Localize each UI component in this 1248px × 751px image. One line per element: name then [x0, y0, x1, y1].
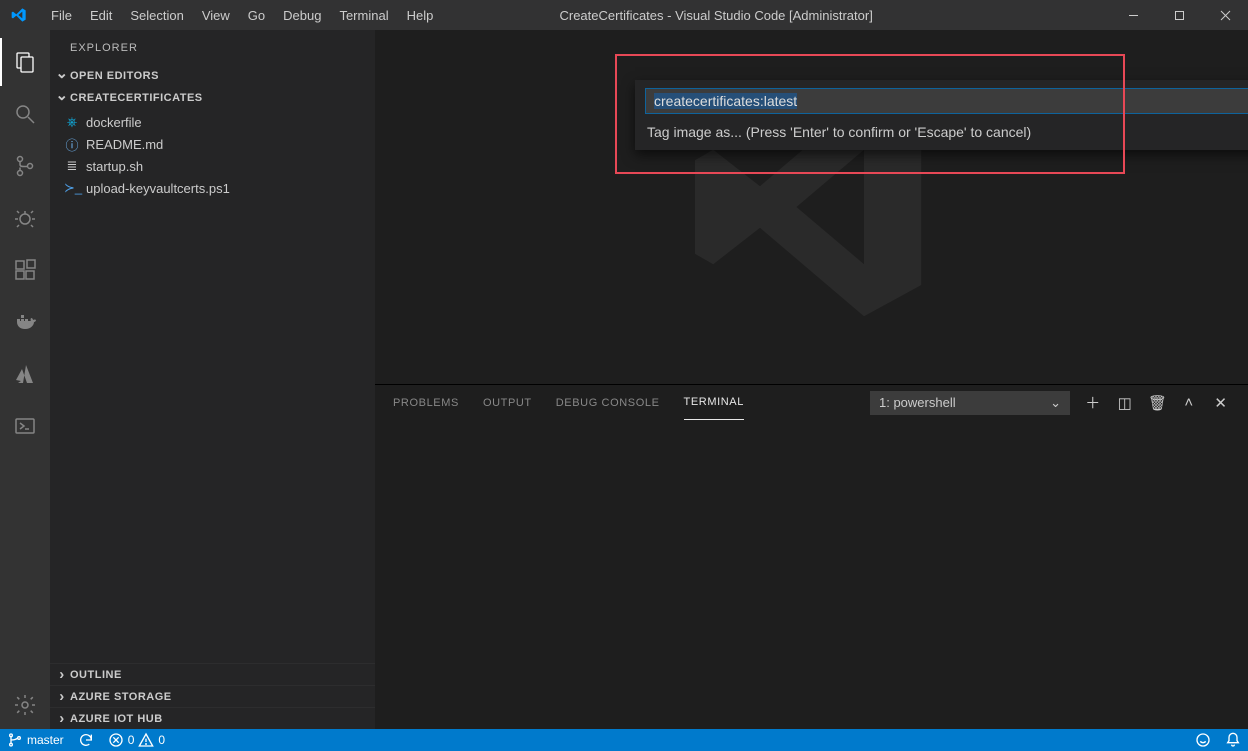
- quick-input-field[interactable]: [645, 88, 1248, 114]
- terminal-selector[interactable]: 1: powershell ⌄: [870, 391, 1070, 415]
- window-title: CreateCertificates - Visual Studio Code …: [442, 8, 1110, 23]
- sidebar-explorer: EXPLORER OPEN EDITORS CREATECERTIFICATES…: [50, 30, 375, 729]
- section-outline[interactable]: OUTLINE: [50, 663, 375, 685]
- tab-problems[interactable]: PROBLEMS: [393, 385, 459, 420]
- activity-azure[interactable]: [0, 350, 50, 398]
- menu-file[interactable]: File: [42, 8, 81, 23]
- new-terminal-button[interactable]: ＋: [1084, 392, 1102, 413]
- menu-view[interactable]: View: [193, 8, 239, 23]
- section-project[interactable]: CREATECERTIFICATES: [50, 87, 375, 109]
- error-count: 0: [128, 733, 135, 747]
- section-azure-iot-hub[interactable]: AZURE IOT HUB: [50, 707, 375, 729]
- panel-tabs: PROBLEMS OUTPUT DEBUG CONSOLE TERMINAL 1…: [375, 385, 1248, 420]
- section-label: OUTLINE: [70, 669, 122, 681]
- section-label: AZURE IOT HUB: [70, 713, 163, 725]
- menu-debug[interactable]: Debug: [274, 8, 330, 23]
- bottom-panel: PROBLEMS OUTPUT DEBUG CONSOLE TERMINAL 1…: [375, 384, 1248, 729]
- menu-help[interactable]: Help: [398, 8, 443, 23]
- sidebar-title: EXPLORER: [50, 30, 375, 65]
- file-icon: ≣: [64, 158, 80, 174]
- file-tree: ⎈ dockerfile ⓘ README.md ≣ startup.sh ≻_…: [50, 109, 375, 201]
- split-terminal-button[interactable]: ◫: [1116, 394, 1134, 412]
- maximize-panel-button[interactable]: ˄: [1180, 394, 1198, 411]
- titlebar: File Edit Selection View Go Debug Termin…: [0, 0, 1248, 30]
- activity-search[interactable]: [0, 90, 50, 138]
- branch-name: master: [27, 733, 64, 747]
- tab-terminal[interactable]: TERMINAL: [684, 385, 744, 420]
- file-label: README.md: [86, 137, 163, 152]
- minimize-button[interactable]: [1110, 0, 1156, 30]
- terminal-content[interactable]: [375, 420, 1248, 729]
- maximize-button[interactable]: [1156, 0, 1202, 30]
- terminal-selector-label: 1: powershell: [879, 395, 956, 410]
- close-button[interactable]: [1202, 0, 1248, 30]
- file-item[interactable]: ⎈ dockerfile: [50, 111, 375, 133]
- warning-count: 0: [158, 733, 165, 747]
- status-notifications[interactable]: [1218, 729, 1248, 751]
- file-item[interactable]: ≻_ upload-keyvaultcerts.ps1: [50, 177, 375, 199]
- menu-selection[interactable]: Selection: [121, 8, 192, 23]
- tab-output[interactable]: OUTPUT: [483, 385, 532, 420]
- file-label: dockerfile: [86, 115, 142, 130]
- status-sync[interactable]: [71, 729, 101, 751]
- section-label: CREATECERTIFICATES: [70, 92, 203, 104]
- menu-terminal[interactable]: Terminal: [330, 8, 397, 23]
- activity-debug[interactable]: [0, 194, 50, 242]
- window-controls: [1110, 0, 1248, 30]
- activity-settings[interactable]: [0, 681, 50, 729]
- activity-explorer[interactable]: [0, 38, 50, 86]
- powershell-icon: ≻_: [64, 180, 80, 196]
- status-problems[interactable]: 0 0: [101, 729, 172, 751]
- activity-powershell[interactable]: [0, 402, 50, 450]
- quick-input: Tag image as... (Press 'Enter' to confir…: [635, 80, 1248, 150]
- chevron-down-icon: ⌄: [1050, 395, 1061, 411]
- section-label: OPEN EDITORS: [70, 70, 159, 82]
- file-item[interactable]: ⓘ README.md: [50, 133, 375, 155]
- window: File Edit Selection View Go Debug Termin…: [0, 0, 1248, 751]
- workbench-body: EXPLORER OPEN EDITORS CREATECERTIFICATES…: [0, 30, 1248, 729]
- activity-bar: [0, 30, 50, 729]
- activity-source-control[interactable]: [0, 142, 50, 190]
- status-branch[interactable]: master: [0, 729, 71, 751]
- section-azure-storage[interactable]: AZURE STORAGE: [50, 685, 375, 707]
- vscode-logo-icon: [10, 6, 28, 24]
- tab-debug-console[interactable]: DEBUG CONSOLE: [556, 385, 660, 420]
- sidebar-bottom-sections: OUTLINE AZURE STORAGE AZURE IOT HUB: [50, 663, 375, 729]
- file-item[interactable]: ≣ startup.sh: [50, 155, 375, 177]
- status-bar: master 0 0: [0, 729, 1248, 751]
- section-label: AZURE STORAGE: [70, 691, 172, 703]
- section-open-editors[interactable]: OPEN EDITORS: [50, 65, 375, 87]
- status-feedback[interactable]: [1188, 729, 1218, 751]
- activity-docker[interactable]: [0, 298, 50, 346]
- file-label: upload-keyvaultcerts.ps1: [86, 181, 230, 196]
- editor-area: PROBLEMS OUTPUT DEBUG CONSOLE TERMINAL 1…: [375, 30, 1248, 729]
- menu-go[interactable]: Go: [239, 8, 274, 23]
- quick-input-description: Tag image as... (Press 'Enter' to confir…: [645, 118, 1248, 142]
- file-label: startup.sh: [86, 159, 143, 174]
- activity-extensions[interactable]: [0, 246, 50, 294]
- docker-icon: ⎈: [64, 114, 80, 130]
- close-panel-button[interactable]: ✕: [1212, 394, 1230, 412]
- menu-bar: File Edit Selection View Go Debug Termin…: [42, 8, 442, 23]
- info-icon: ⓘ: [64, 135, 80, 154]
- kill-terminal-button[interactable]: 🗑: [1148, 394, 1166, 412]
- menu-edit[interactable]: Edit: [81, 8, 121, 23]
